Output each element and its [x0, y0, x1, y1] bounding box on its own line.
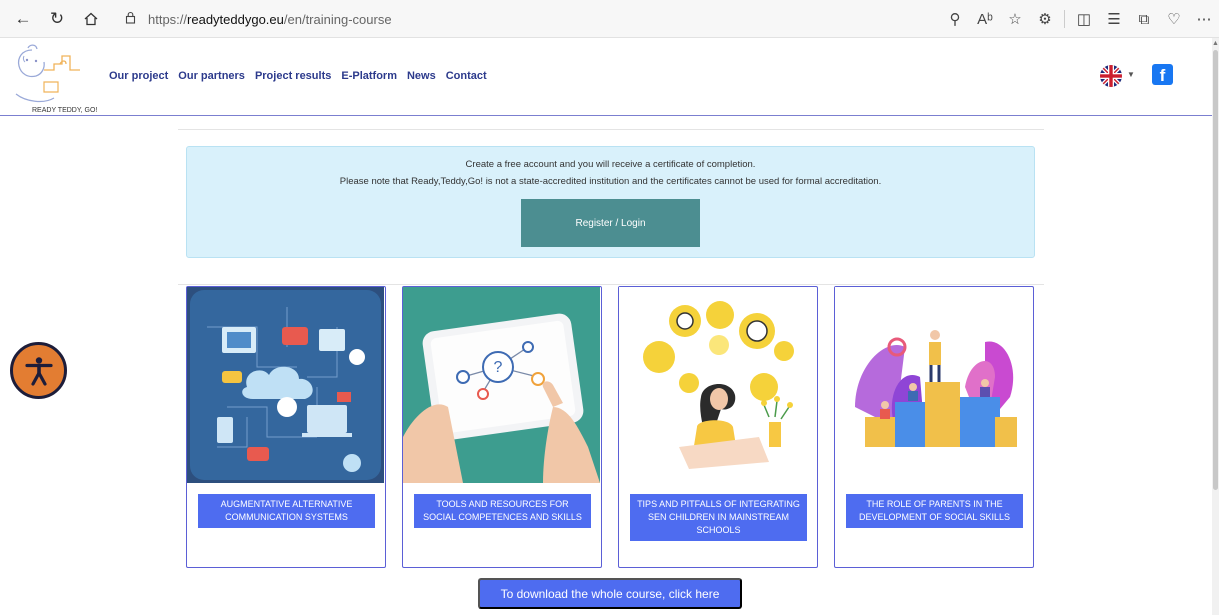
info-text-line-2: Please note that Ready,Teddy,Go! is not …	[339, 176, 882, 187]
facebook-icon[interactable]: f	[1152, 64, 1173, 85]
url-path: /en/training-course	[283, 11, 392, 27]
accessibility-button[interactable]	[10, 342, 67, 399]
tablet-illustration: ?	[403, 287, 600, 483]
scrollbar-thumb[interactable]	[1213, 50, 1218, 490]
more-menu-icon[interactable]: ⋯	[1189, 10, 1219, 28]
favorites-list-icon[interactable]: ☰	[1099, 10, 1129, 28]
uk-flag-icon[interactable]	[1100, 65, 1122, 87]
card-title[interactable]: TIPS AND PITFALLS OF INTEGRATING SEN CHI…	[630, 494, 807, 541]
nav-our-project[interactable]: Our project	[109, 70, 168, 82]
logo-text: READY TEDDY, GO!	[32, 107, 98, 114]
divider	[178, 129, 1044, 130]
nav-e-platform[interactable]: E-Platform	[341, 70, 397, 82]
scroll-up-icon[interactable]: ▲	[1212, 40, 1219, 47]
course-card-aac[interactable]: AUGMENTATIVE ALTERNATIVE COMMUNICATION S…	[186, 286, 386, 568]
refresh-icon[interactable]: ↻	[46, 8, 68, 30]
lock-icon	[125, 11, 136, 27]
site-header: READY TEDDY, GO! Our project Our partner…	[0, 38, 1212, 116]
chevron-down-icon[interactable]: ▼	[1127, 70, 1135, 79]
logo[interactable]	[14, 42, 96, 114]
home-icon[interactable]	[80, 8, 102, 30]
back-icon[interactable]: ←	[12, 8, 34, 30]
read-aloud-icon[interactable]: Aᵇ	[970, 11, 1000, 28]
url-prefix: https://	[148, 11, 188, 27]
extensions-icon[interactable]: ⚙	[1030, 10, 1060, 28]
info-text-line-1: Create a free account and you will recei…	[465, 159, 756, 170]
main-nav: Our project Our partners Project results…	[109, 70, 497, 82]
nav-contact[interactable]: Contact	[446, 70, 487, 82]
address-bar[interactable]: https://readyteddygo.eu/en/training-cour…	[125, 7, 965, 31]
course-card-tools[interactable]: ? TOOLS AND RESOURCES FOR SOCIAL COMPETE…	[402, 286, 602, 568]
communication-illustration	[187, 287, 384, 483]
people-growth-illustration	[835, 287, 1032, 483]
register-login-button[interactable]: Register / Login	[521, 199, 700, 247]
divider	[178, 284, 1044, 285]
nav-news[interactable]: News	[407, 70, 436, 82]
browser-essentials-icon[interactable]: ♡	[1159, 10, 1189, 28]
accessibility-person-icon	[24, 356, 53, 386]
favorite-star-icon[interactable]: ☆	[1000, 10, 1030, 28]
zoom-icon[interactable]: ⚲	[940, 10, 970, 28]
course-card-parents[interactable]: THE ROLE OF PARENTS IN THE DEVELOPMENT O…	[834, 286, 1034, 568]
card-title[interactable]: THE ROLE OF PARENTS IN THE DEVELOPMENT O…	[846, 494, 1023, 528]
collections-icon[interactable]: ⧉	[1129, 11, 1159, 28]
nav-our-partners[interactable]: Our partners	[178, 70, 245, 82]
download-course-button[interactable]: To download the whole course, click here	[478, 578, 742, 609]
certificate-info-box: Create a free account and you will recei…	[186, 146, 1035, 258]
teddy-logo-icon	[15, 44, 80, 103]
card-title[interactable]: AUGMENTATIVE ALTERNATIVE COMMUNICATION S…	[198, 494, 375, 528]
card-title[interactable]: TOOLS AND RESOURCES FOR SOCIAL COMPETENC…	[414, 494, 591, 528]
nav-project-results[interactable]: Project results	[255, 70, 331, 82]
course-card-tips[interactable]: TIPS AND PITFALLS OF INTEGRATING SEN CHI…	[618, 286, 818, 568]
svg-text:?: ?	[494, 359, 503, 376]
browser-toolbar: ← ↻ https://readyteddygo.eu/en/training-…	[0, 0, 1219, 38]
toolbar-divider	[1064, 10, 1065, 28]
student-thinking-illustration	[619, 287, 816, 483]
split-screen-icon[interactable]: ◫	[1069, 10, 1099, 28]
url-host: readyteddygo.eu	[187, 11, 284, 27]
